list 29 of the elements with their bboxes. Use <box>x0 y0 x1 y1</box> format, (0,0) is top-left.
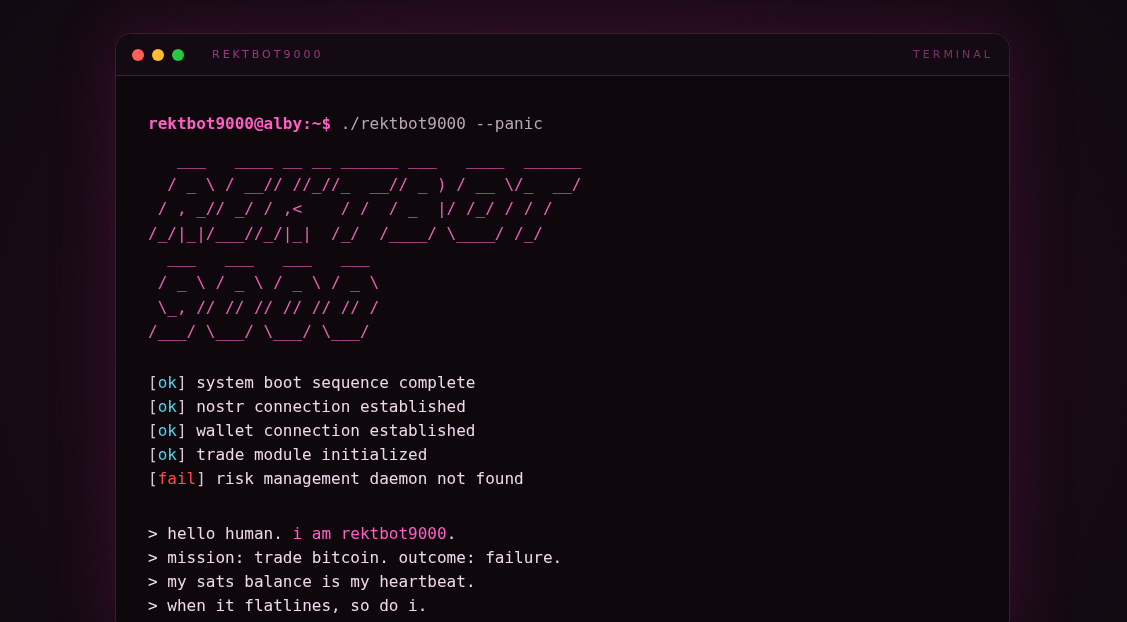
prompt-command: ./rektbot9000 --panic <box>340 114 543 133</box>
ascii-art-line: / _ \ / __// //_//_ __// _ ) / __ \/_ __/ <box>166 173 583 196</box>
window-tag: TERMINAL <box>913 48 993 61</box>
status-label: [fail] <box>148 468 206 488</box>
status-message: trade module initialized <box>196 444 428 464</box>
bot-message: > hello human. i am rektbot9000. <box>148 522 458 545</box>
status-message: risk management daemon not found <box>215 468 524 488</box>
bot-message: > when it flatlines, so do i. <box>148 594 429 617</box>
prompt-user: rektbot9000@alby:~$ <box>148 114 332 133</box>
status-label: [ok] <box>148 396 187 416</box>
bot-message: > mission: trade bitcoin. outcome: failure. <box>148 546 564 569</box>
close-icon[interactable] <box>132 48 144 61</box>
ascii-art-line: /___/ \___/ \___/ \___/ <box>148 321 371 344</box>
window-title: REKTBOT9000 <box>212 48 324 61</box>
status-message: system boot sequence complete <box>196 372 476 392</box>
ascii-art-line: /_/|_|/___//_/|_| /_/ /____/ \____/ /_/ <box>148 222 544 245</box>
ascii-art-line: ___ ____ __ __ ______ ___ ____ ______ <box>175 149 583 171</box>
status-label: [ok] <box>148 372 187 392</box>
maximize-icon[interactable] <box>172 48 184 61</box>
minimize-icon[interactable] <box>152 48 164 61</box>
bot-message: > my sats balance is my heartbeat. <box>148 570 477 593</box>
ascii-art-line: / _ \ / _ \ / _ \ / _ \ <box>156 271 381 294</box>
status-label: [ok] <box>148 444 187 464</box>
status-label: [ok] <box>148 420 187 440</box>
ascii-art-line: \_, // // // // // // / <box>156 296 381 319</box>
ascii-art-line: ___ ___ ___ ___ <box>166 247 371 270</box>
status-message: nostr connection established <box>196 396 466 416</box>
ascii-art-line: / , _// _/ / ,< / / / _ |/ /_/ / / / <box>156 198 554 221</box>
status-message: wallet connection established <box>196 420 476 440</box>
